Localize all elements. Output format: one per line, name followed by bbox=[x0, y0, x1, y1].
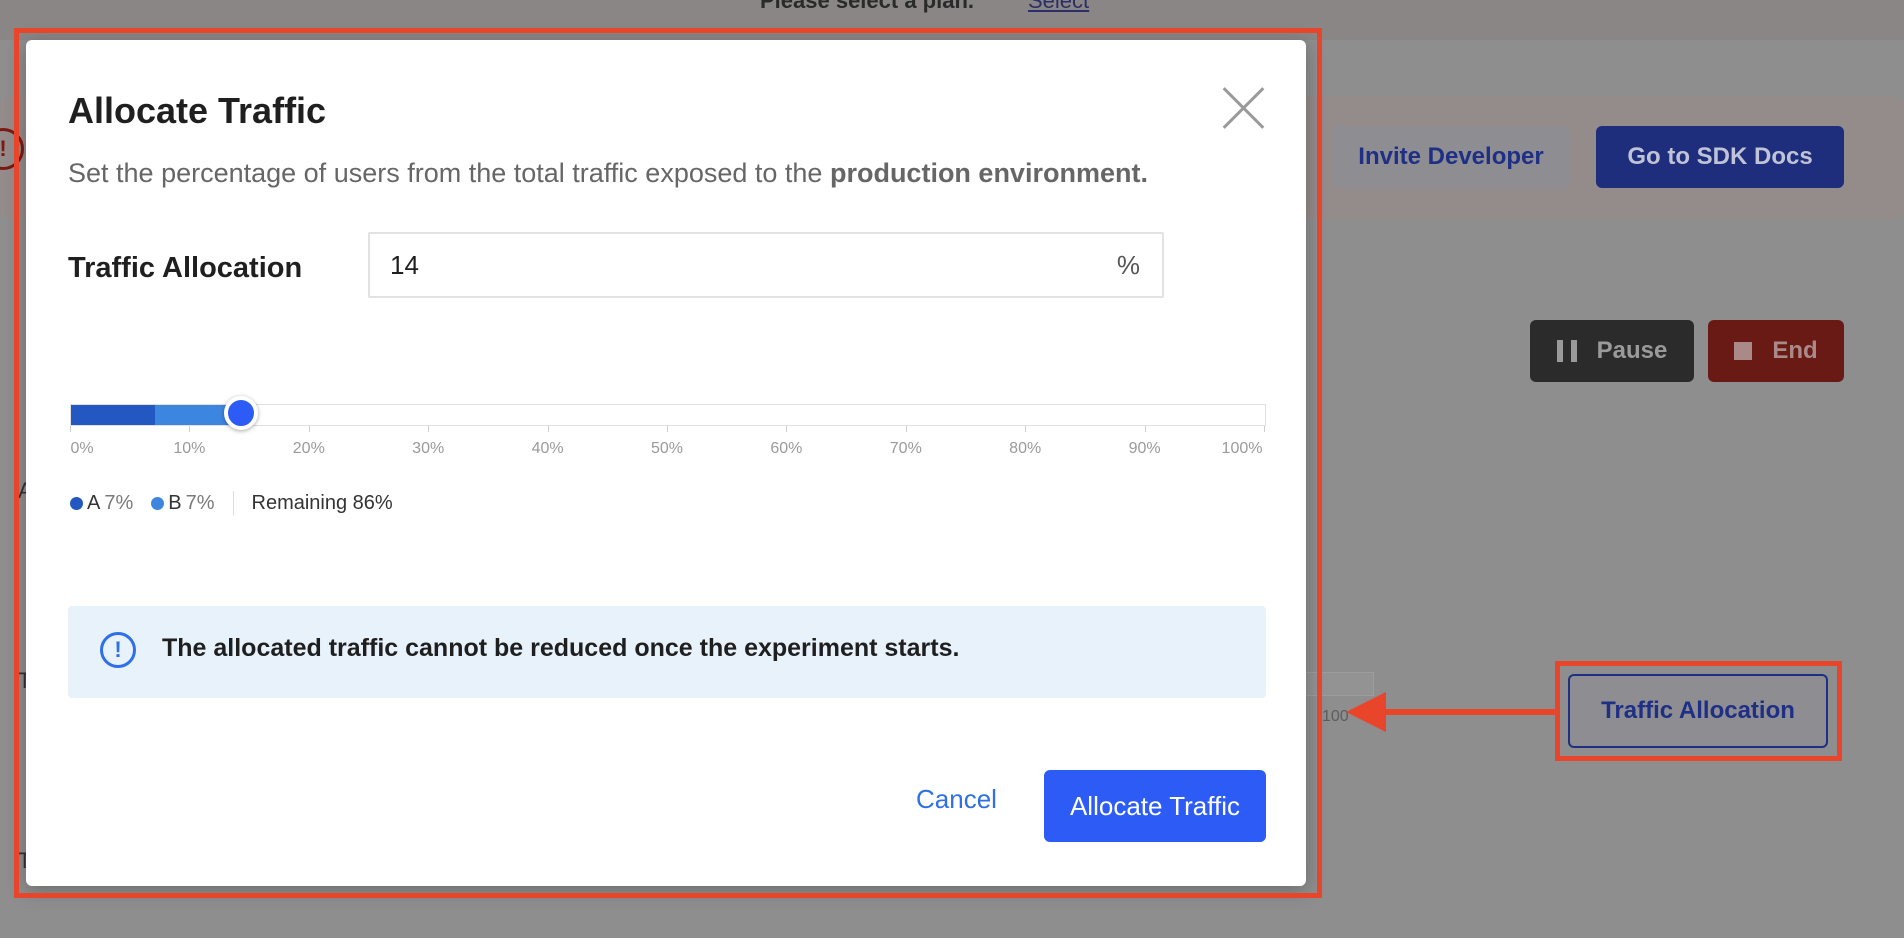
legend-percent-a: 7% bbox=[104, 491, 134, 514]
slider-tick bbox=[1025, 426, 1027, 432]
slider-tick-label: 100% bbox=[1221, 440, 1263, 457]
slider-tick bbox=[547, 426, 549, 432]
slider-tick bbox=[428, 426, 430, 432]
slider-tick-label: 10% bbox=[173, 440, 206, 457]
legend-label-b: B bbox=[168, 491, 182, 514]
slider-tick-label: 60% bbox=[770, 440, 803, 457]
close-icon[interactable] bbox=[1222, 86, 1266, 130]
legend-remaining: Remaining 86% bbox=[251, 491, 393, 514]
info-notice-text: The allocated traffic cannot be reduced … bbox=[162, 634, 960, 662]
pause-button-label: Pause bbox=[1596, 337, 1668, 364]
slider-segment-a bbox=[71, 405, 155, 425]
allocate-traffic-button[interactable]: Allocate Traffic bbox=[1044, 770, 1266, 842]
pause-button[interactable]: Pause bbox=[1530, 320, 1694, 382]
cancel-button[interactable]: Cancel bbox=[916, 784, 997, 815]
legend-dot-b bbox=[151, 496, 165, 510]
pause-icon bbox=[1556, 340, 1577, 362]
description-emphasis: production environment. bbox=[829, 158, 1148, 188]
invite-developer-button[interactable]: Invite Developer bbox=[1333, 126, 1569, 188]
legend-item-b: B 7% bbox=[151, 491, 215, 515]
slider-handle[interactable] bbox=[224, 396, 259, 430]
plan-notice-bar: Please select a plan. Select bbox=[0, 0, 1904, 40]
slider-tick-label: 80% bbox=[1009, 440, 1042, 457]
slider-tick-label: 90% bbox=[1128, 440, 1161, 457]
legend-dot-a bbox=[70, 496, 83, 510]
slider-tick-label: 70% bbox=[889, 440, 922, 457]
slider-tick bbox=[667, 426, 668, 432]
dialog-title: Allocate Traffic bbox=[68, 90, 327, 131]
slider-tick bbox=[905, 426, 907, 432]
traffic-allocation-label: Traffic Allocation bbox=[68, 252, 303, 284]
select-plan-link[interactable]: Select bbox=[1028, 0, 1089, 14]
percent-suffix: % bbox=[1116, 250, 1140, 280]
info-notice: ! The allocated traffic cannot be reduce… bbox=[68, 606, 1266, 698]
end-button-label: End bbox=[1772, 337, 1818, 364]
slider-tick bbox=[70, 426, 71, 432]
slider-tick bbox=[189, 426, 191, 432]
annotation-arrow bbox=[1346, 692, 1556, 732]
slider-tick bbox=[1264, 426, 1265, 432]
slider-tick-label: 50% bbox=[650, 440, 684, 457]
sdk-docs-button[interactable]: Go to SDK Docs bbox=[1596, 126, 1844, 188]
plan-notice-text: Please select a plan. bbox=[760, 0, 975, 13]
slider-ticks: 0% 10% 20% 30% 40% 50% 60% 70% 80% 90% 100% bbox=[70, 426, 1266, 466]
traffic-allocation-input[interactable] bbox=[390, 234, 1090, 296]
description-text: Set the percentage of users from the tot… bbox=[68, 158, 830, 188]
stop-icon bbox=[1734, 342, 1753, 360]
slider-tick-label: 40% bbox=[531, 440, 564, 457]
traffic-allocation-field[interactable]: % bbox=[368, 232, 1164, 298]
end-button[interactable]: End bbox=[1708, 320, 1844, 382]
dialog-description: Set the percentage of users from the tot… bbox=[68, 158, 1148, 189]
info-icon: ! bbox=[100, 632, 136, 668]
legend-label-a: A bbox=[87, 491, 101, 514]
slider-tick-label: 0% bbox=[70, 440, 94, 457]
background-slider-label: 100 bbox=[1322, 708, 1349, 725]
legend-percent-b: 7% bbox=[185, 491, 215, 514]
traffic-allocation-button[interactable]: Traffic Allocation bbox=[1568, 674, 1828, 748]
slider-tick-label: 30% bbox=[412, 440, 445, 457]
slider-tick bbox=[308, 426, 310, 432]
legend-divider bbox=[232, 491, 234, 515]
traffic-slider-track[interactable] bbox=[70, 396, 1266, 430]
allocation-legend: A 7% B 7% Remaining 86% bbox=[70, 490, 393, 516]
slider-tick bbox=[786, 426, 788, 432]
allocate-traffic-dialog: Allocate Traffic Set the percentage of u… bbox=[26, 40, 1306, 886]
legend-item-a: A 7% bbox=[70, 492, 133, 515]
slider-tick-label: 20% bbox=[292, 440, 325, 457]
slider-tick bbox=[1144, 426, 1146, 432]
